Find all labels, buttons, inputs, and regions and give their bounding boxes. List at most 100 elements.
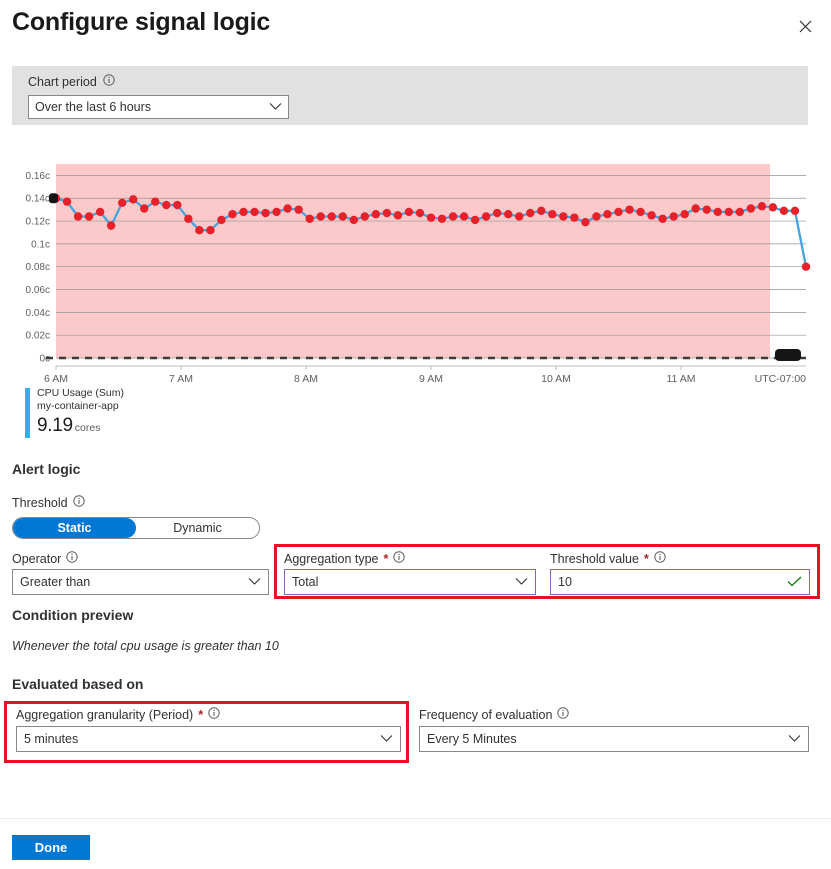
data-point [272, 208, 280, 216]
threshold-option-static[interactable]: Static [13, 518, 136, 538]
metric-chart[interactable]: 0c0.02c0.04c0.06c0.08c0.1c0.12c0.14c0.16… [0, 150, 831, 390]
chevron-down-icon [788, 732, 801, 746]
page-title: Configure signal logic [12, 8, 270, 37]
data-point [184, 215, 192, 223]
operator-value: Greater than [20, 575, 248, 589]
data-point [250, 208, 258, 216]
data-point [361, 212, 369, 220]
data-point [96, 208, 104, 216]
data-point [118, 199, 126, 207]
data-point [570, 213, 578, 221]
frequency-of-evaluation-select[interactable]: Every 5 Minutes [419, 726, 809, 752]
info-icon[interactable] [654, 551, 666, 566]
checkmark-icon [787, 575, 802, 589]
y-axis-tick-label: 0.16c [26, 171, 50, 182]
data-point [405, 208, 413, 216]
data-point [427, 213, 435, 221]
info-icon[interactable] [66, 551, 78, 566]
operator-label-text: Operator [12, 552, 61, 566]
info-icon[interactable] [73, 495, 85, 510]
data-point [195, 226, 203, 234]
threshold-value-input[interactable]: 10 [550, 569, 810, 595]
x-axis-tick-label: 9 AM [419, 373, 443, 385]
data-point [350, 216, 358, 224]
aggregation-type-label-text: Aggregation type [284, 552, 379, 566]
data-point [603, 210, 611, 218]
chart-period-label-text: Chart period [28, 75, 97, 89]
configure-signal-logic-panel: Configure signal logic Chart period Over… [0, 0, 831, 869]
aggregation-granularity-select[interactable]: 5 minutes [16, 726, 401, 752]
chart-canvas[interactable]: 0c0.02c0.04c0.06c0.08c0.1c0.12c0.14c0.16… [0, 150, 831, 390]
threshold-type-toggle[interactable]: Static Dynamic [12, 517, 260, 539]
data-point [725, 208, 733, 216]
operator-select[interactable]: Greater than [12, 569, 269, 595]
threshold-handle-right [775, 349, 801, 361]
data-point [581, 218, 589, 226]
required-marker: * [644, 552, 649, 566]
legend-color-swatch [25, 388, 30, 438]
y-axis-tick-label: 0.08c [26, 262, 50, 273]
data-point [107, 221, 115, 229]
chevron-down-icon [380, 732, 393, 746]
x-axis-tick-label: 10 AM [541, 373, 571, 385]
x-axis-tick-label: 11 AM [667, 373, 696, 385]
data-point [206, 226, 214, 234]
threshold-handle-left [49, 193, 58, 203]
data-point [372, 210, 380, 218]
y-axis-tick-label: 0.06c [26, 285, 50, 296]
threshold-value-text: 10 [558, 575, 787, 589]
info-icon[interactable] [103, 74, 115, 89]
data-point [328, 212, 336, 220]
threshold-option-dynamic[interactable]: Dynamic [136, 518, 259, 538]
chart-period-select[interactable]: Over the last 6 hours [28, 95, 289, 119]
aggregation-type-select[interactable]: Total [284, 569, 536, 595]
data-point [559, 212, 567, 220]
y-axis-tick-label: 0.04c [26, 308, 50, 319]
data-point [85, 212, 93, 220]
required-marker: * [198, 708, 203, 722]
close-button[interactable] [789, 10, 821, 42]
frequency-value: Every 5 Minutes [427, 732, 788, 746]
aggregation-granularity-label-text: Aggregation granularity (Period) [16, 708, 193, 722]
timezone-label: UTC-07:00 [755, 373, 807, 385]
threshold-label-text: Threshold [12, 496, 68, 510]
data-point [305, 215, 313, 223]
close-icon [799, 20, 812, 33]
data-point [747, 204, 755, 212]
data-point [669, 212, 677, 220]
x-axis-tick-label: 8 AM [294, 373, 318, 385]
data-point [537, 207, 545, 215]
data-point [504, 210, 512, 218]
footer-divider [0, 818, 831, 819]
legend-unit: cores [75, 422, 101, 434]
done-button[interactable]: Done [12, 835, 90, 860]
data-point [317, 212, 325, 220]
data-point [592, 212, 600, 220]
x-axis-tick-label: 6 AM [44, 373, 68, 385]
data-point [692, 204, 700, 212]
data-point [515, 212, 523, 220]
data-point [74, 212, 82, 220]
data-point [460, 212, 468, 220]
data-point [802, 263, 810, 271]
data-point [416, 209, 424, 217]
chart-legend: CPU Usage (Sum) my-container-app 9.19cor… [25, 388, 325, 440]
threshold-value-label: Threshold value * [550, 551, 666, 566]
required-marker: * [384, 552, 389, 566]
data-point [283, 204, 291, 212]
data-point [261, 209, 269, 217]
data-point [383, 209, 391, 217]
info-icon[interactable] [208, 707, 220, 722]
x-axis-tick-label: 7 AM [169, 373, 193, 385]
info-icon[interactable] [393, 551, 405, 566]
aggregation-granularity-label: Aggregation granularity (Period) * [16, 707, 220, 722]
data-point [140, 204, 148, 212]
chart-period-value: Over the last 6 hours [35, 100, 269, 114]
data-point [449, 212, 457, 220]
data-point [63, 197, 71, 205]
data-point [394, 211, 402, 219]
frequency-label-text: Frequency of evaluation [419, 708, 552, 722]
chevron-down-icon [269, 100, 282, 114]
data-point [647, 211, 655, 219]
info-icon[interactable] [557, 707, 569, 722]
